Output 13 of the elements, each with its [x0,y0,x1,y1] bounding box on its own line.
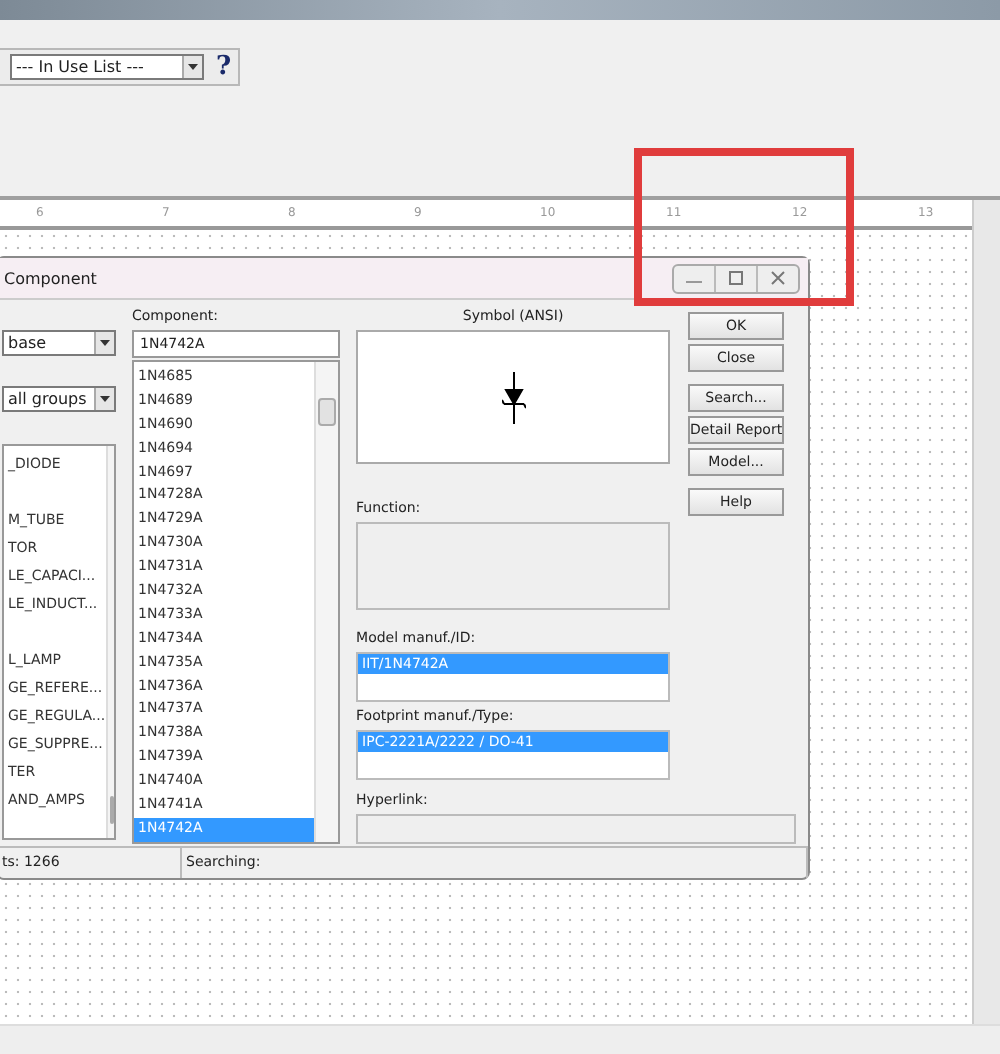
in-use-list-dropdown[interactable]: --- In Use List --- [10,54,204,80]
hyperlink-field[interactable] [356,814,796,844]
caret-icon[interactable] [94,388,114,410]
scroll-bar[interactable] [314,362,339,842]
scroll-bar[interactable] [972,200,1000,1024]
zener-diode-icon [501,371,526,423]
caret-icon[interactable] [94,332,114,354]
scroll-bar[interactable] [105,446,114,838]
database-dropdown[interactable]: base [2,330,116,356]
group-dropdown[interactable]: all groups [2,386,116,412]
caret-icon[interactable] [182,56,202,78]
help-button[interactable]: ? [216,52,232,82]
dialog-title: Component [4,269,97,287]
